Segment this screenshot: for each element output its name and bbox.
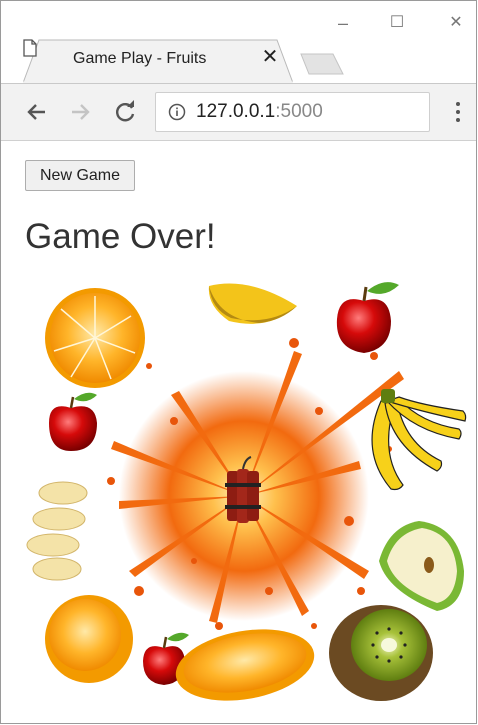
url-text[interactable]: 127.0.0.1:5000: [196, 101, 323, 123]
orange-slice-icon: [175, 629, 315, 701]
apple-icon: [49, 392, 97, 451]
kiwi-icon: [329, 605, 433, 701]
page-content: New Game Game Over!: [1, 141, 476, 723]
title-bar: Game Play - Fruits ✕ – ☐ ✕: [1, 1, 476, 83]
game-over-heading: Game Over!: [25, 217, 216, 256]
tab-game-play[interactable]: Game Play - Fruits ✕: [23, 39, 293, 83]
address-bar[interactable]: 127.0.0.1:5000: [155, 92, 430, 132]
orange-half-icon: [45, 595, 133, 683]
apple-slice-icon: [379, 521, 464, 611]
banana-bunch-icon: [371, 389, 467, 491]
game-over-scene: [26, 282, 467, 701]
window-close-icon[interactable]: ✕: [444, 13, 468, 33]
back-arrow-icon[interactable]: [23, 98, 51, 126]
browser-toolbar: 127.0.0.1:5000: [1, 83, 476, 141]
tab-title: Game Play - Fruits: [73, 50, 207, 67]
minimize-icon[interactable]: –: [331, 13, 355, 33]
new-tab-button[interactable]: [300, 53, 344, 75]
info-icon[interactable]: [168, 103, 186, 121]
kebab-menu-icon[interactable]: [450, 100, 466, 126]
url-host: 127.0.0.1: [196, 101, 276, 122]
mango-slice-icon: [208, 283, 297, 324]
forward-arrow-icon[interactable]: [66, 98, 94, 126]
browser-window: Game Play - Fruits ✕ – ☐ ✕ 127.0.0.1:500…: [0, 0, 477, 724]
maximize-icon[interactable]: ☐: [385, 13, 409, 33]
url-port: :5000: [275, 101, 323, 122]
apple-icon: [336, 282, 399, 353]
banana-slices-icon: [26, 481, 88, 581]
tab-close-icon[interactable]: ✕: [260, 47, 280, 67]
reload-icon[interactable]: [111, 98, 139, 126]
orange-icon: [45, 288, 145, 388]
page-icon: [23, 39, 37, 57]
new-game-button[interactable]: New Game: [25, 160, 135, 191]
